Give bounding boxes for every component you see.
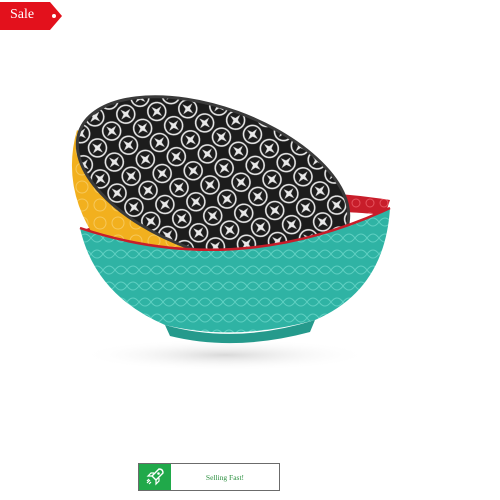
rocket-icon — [139, 464, 171, 490]
bowl-set-image — [71, 95, 391, 371]
product-image — [55, 70, 405, 371]
selling-fast-label: Selling Fast! — [205, 472, 245, 482]
sale-tag: Sale — [0, 2, 62, 30]
sale-label: Sale — [10, 7, 35, 22]
selling-fast-badge: Selling Fast! — [138, 463, 280, 491]
